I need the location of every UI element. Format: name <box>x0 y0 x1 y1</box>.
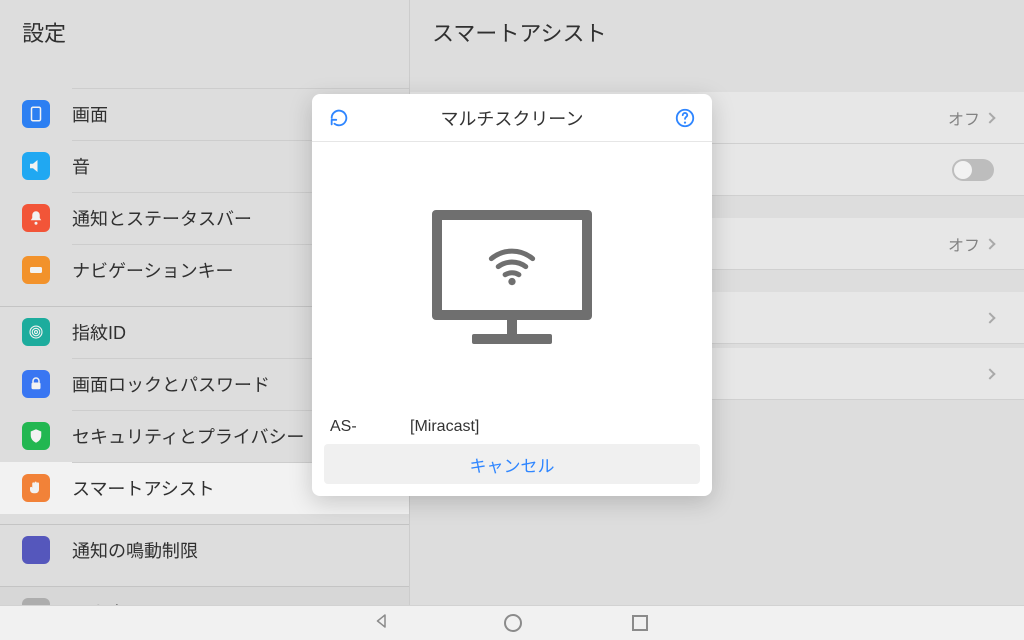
help-button[interactable] <box>672 105 698 131</box>
refresh-button[interactable] <box>326 105 352 131</box>
dialog-title: マルチスクリーン <box>440 105 583 131</box>
dialog-body <box>312 142 712 412</box>
system-navbar <box>0 605 1024 640</box>
recent-apps-button[interactable] <box>632 615 648 631</box>
tv-wifi-icon <box>432 210 592 344</box>
device-name: AS- [Miracast] <box>330 418 479 435</box>
cancel-label: キャンセル <box>470 452 555 477</box>
multiscreen-dialog: マルチスクリーン AS- [Miracast] キャンセル <box>312 94 712 496</box>
back-button[interactable] <box>373 612 391 635</box>
device-entry[interactable]: AS- [Miracast] <box>312 412 712 444</box>
cancel-button[interactable]: キャンセル <box>324 444 700 484</box>
home-button[interactable] <box>504 614 522 632</box>
